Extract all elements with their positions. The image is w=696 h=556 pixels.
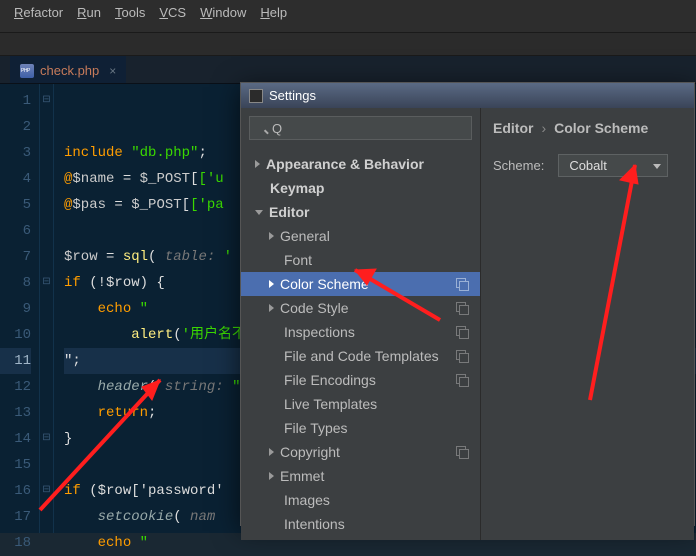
settings-sidebar: Appearance & Behavior Keymap Editor General… [241, 108, 481, 540]
line-number: 14 [0, 426, 31, 452]
chevron-right-icon [269, 232, 274, 240]
line-number: 6 [0, 218, 31, 244]
chevron-right-icon [269, 280, 274, 288]
tree-item-file-encodings[interactable]: File Encodings [241, 368, 480, 392]
tree-item-color-scheme[interactable]: Color Scheme [241, 272, 480, 296]
tree-item-label: Keymap [270, 180, 324, 196]
tree-item-file-types[interactable]: File Types [241, 416, 480, 440]
tree-item-label: Font [284, 252, 312, 268]
tree-item-label: Images [284, 492, 330, 508]
tree-item-code-style[interactable]: Code Style [241, 296, 480, 320]
line-number: 7 [0, 244, 31, 270]
chevron-right-icon [269, 304, 274, 312]
line-number: 10 [0, 322, 31, 348]
line-number: 13 [0, 400, 31, 426]
menu-tools[interactable]: Tools [109, 3, 151, 22]
scheme-dropdown[interactable]: Cobalt [558, 154, 668, 177]
tree-item-appearance-behavior[interactable]: Appearance & Behavior [241, 152, 480, 176]
menu-run[interactable]: Run [71, 3, 107, 22]
line-number: 18 [0, 530, 31, 556]
tree-item-file-and-code-templates[interactable]: File and Code Templates [241, 344, 480, 368]
settings-search-wrap [241, 108, 480, 148]
tree-item-copyright[interactable]: Copyright [241, 440, 480, 464]
tree-item-label: Color Scheme [280, 276, 369, 292]
line-number: 16 [0, 478, 31, 504]
php-file-icon [20, 64, 34, 78]
tree-item-label: Editor [269, 204, 309, 220]
tree-item-label: Copyright [280, 444, 340, 460]
line-number: 9 [0, 296, 31, 322]
settings-window-icon [249, 89, 263, 103]
scheme-label: Scheme: [493, 158, 544, 173]
editor-tab-label: check.php [40, 63, 99, 78]
line-number: 15 [0, 452, 31, 478]
tree-item-editor[interactable]: Editor [241, 200, 480, 224]
tree-item-inspections[interactable]: Inspections [241, 320, 480, 344]
tree-item-intentions[interactable]: Intentions [241, 512, 480, 536]
main-menu-bar: Refactor Run Tools VCS Window Help [0, 0, 696, 32]
tree-item-general[interactable]: General [241, 224, 480, 248]
menu-help[interactable]: Help [254, 3, 293, 22]
tree-item-label: File Types [284, 420, 348, 436]
chevron-right-icon [269, 448, 274, 456]
close-icon[interactable]: × [109, 64, 116, 78]
line-number: 1 [0, 88, 31, 114]
menu-window[interactable]: Window [194, 3, 252, 22]
chevron-down-icon [255, 210, 263, 215]
line-number: 4 [0, 166, 31, 192]
tree-item-label: File and Code Templates [284, 348, 439, 364]
tree-item-live-templates[interactable]: Live Templates [241, 392, 480, 416]
settings-search-input[interactable] [249, 116, 472, 140]
tree-item-label: File Encodings [284, 372, 376, 388]
line-number: 11 [0, 348, 31, 374]
tree-item-font[interactable]: Font [241, 248, 480, 272]
line-number: 5 [0, 192, 31, 218]
line-number: 8 [0, 270, 31, 296]
line-number: 2 [0, 114, 31, 140]
menu-refactor[interactable]: Refactor [8, 3, 69, 22]
tree-item-images[interactable]: Images [241, 488, 480, 512]
scope-icon [456, 350, 468, 362]
toolbar-strip [0, 32, 696, 56]
tree-item-label: General [280, 228, 330, 244]
breadcrumb-2: Color Scheme [554, 120, 648, 136]
tree-item-label: Intentions [284, 516, 345, 532]
line-gutter: 123456789101112131415161718 [0, 84, 40, 533]
line-number: 12 [0, 374, 31, 400]
fold-gutter: ⊟⊟⊟⊟ [40, 84, 54, 533]
settings-dialog: Settings Appearance & Behavior Keymap Edit… [240, 82, 695, 526]
menu-vcs[interactable]: VCS [153, 3, 192, 22]
tree-item-label: Code Style [280, 300, 348, 316]
tree-item-label: Emmet [280, 468, 324, 484]
chevron-right-icon [269, 472, 274, 480]
tree-item-keymap[interactable]: Keymap [241, 176, 480, 200]
settings-tree: Appearance & Behavior Keymap Editor General… [241, 148, 480, 540]
scope-icon [456, 326, 468, 338]
editor-tab[interactable]: check.php × [10, 56, 126, 83]
line-number: 17 [0, 504, 31, 530]
breadcrumb-1[interactable]: Editor [493, 120, 533, 136]
scope-icon [456, 446, 468, 458]
tree-item-label: Inspections [284, 324, 355, 340]
breadcrumb: Editor › Color Scheme [493, 120, 682, 136]
settings-content: Editor › Color Scheme Scheme: Cobalt [481, 108, 694, 540]
line-number: 3 [0, 140, 31, 166]
scope-icon [456, 278, 468, 290]
tree-item-label: Appearance & Behavior [266, 156, 424, 172]
settings-title-text: Settings [269, 88, 316, 103]
scope-icon [456, 302, 468, 314]
chevron-right-icon [255, 160, 260, 168]
tree-item-emmet[interactable]: Emmet [241, 464, 480, 488]
scheme-dropdown-value: Cobalt [569, 158, 607, 173]
settings-titlebar[interactable]: Settings [241, 83, 694, 108]
scheme-row: Scheme: Cobalt [493, 154, 682, 177]
chevron-right-icon: › [541, 120, 546, 136]
scope-icon [456, 374, 468, 386]
tree-item-label: Live Templates [284, 396, 377, 412]
editor-tab-bar: check.php × [0, 56, 696, 84]
